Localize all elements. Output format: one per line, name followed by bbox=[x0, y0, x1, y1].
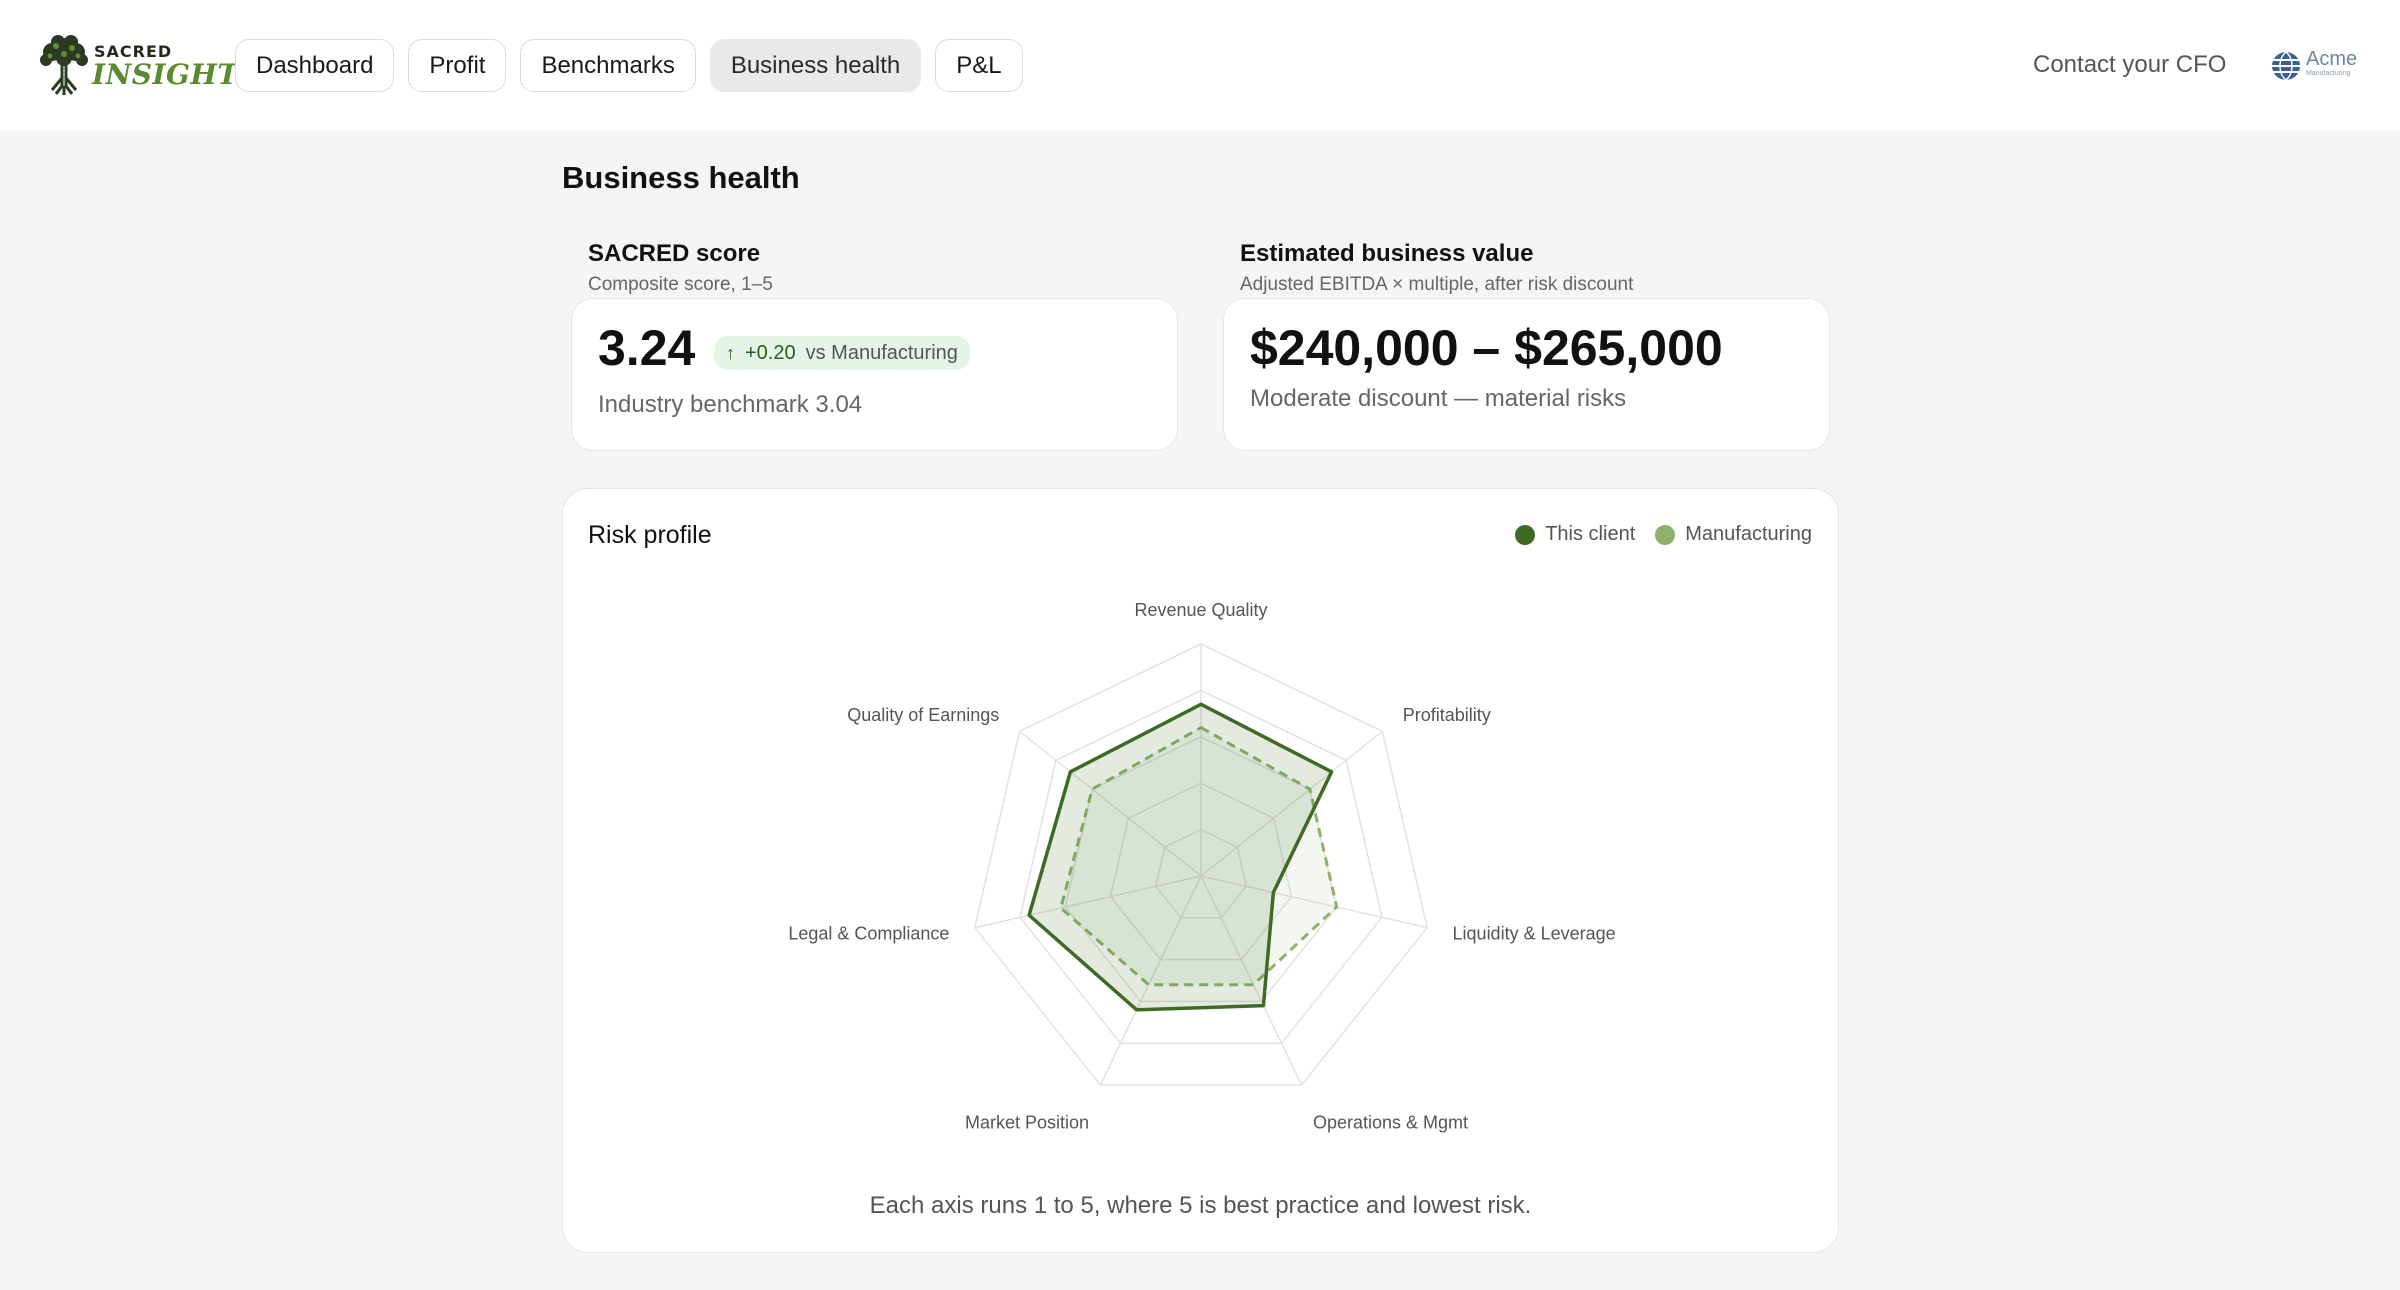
main-nav: Dashboard Profit Benchmarks Business hea… bbox=[235, 39, 1023, 92]
legend-dot bbox=[1655, 524, 1676, 545]
client-logo: Acme Manufacturing bbox=[2270, 46, 2360, 84]
business-value-sublabel: Adjusted EBITDA × multiple, after risk d… bbox=[1240, 274, 1634, 295]
client-logo-text: Acme bbox=[2306, 48, 2358, 70]
industry-benchmark: Industry benchmark 3.04 bbox=[598, 391, 863, 418]
chart-legend: This client Manufacturing bbox=[1515, 523, 1812, 546]
radar-series-this-client bbox=[1027, 702, 1334, 1012]
delta-comparison: vs Manufacturing bbox=[805, 341, 958, 364]
sacred-score-sublabel: Composite score, 1–5 bbox=[588, 274, 773, 295]
radar-axis-label: Market Position bbox=[965, 1112, 1089, 1132]
legend-label: Manufacturing bbox=[1685, 523, 1812, 545]
nav-dashboard[interactable]: Dashboard bbox=[235, 39, 395, 92]
nav-profit[interactable]: Profit bbox=[408, 39, 507, 92]
radar-axis-label: Revenue Quality bbox=[1134, 600, 1267, 620]
nav-business-health[interactable]: Business health bbox=[709, 39, 922, 92]
nav-benchmarks[interactable]: Benchmarks bbox=[520, 39, 696, 92]
nav-pnl[interactable]: P&L bbox=[935, 39, 1023, 92]
legend-label: This client bbox=[1545, 523, 1636, 545]
business-value-card: $240,000 – $265,000 Moderate discount — … bbox=[1223, 298, 1830, 451]
radar-axis-label: Operations & Mgmt bbox=[1313, 1112, 1468, 1132]
top-bar: SACRED INSIGHTS Dashboard Profit Benchma… bbox=[0, 0, 2400, 131]
contact-cfo-link[interactable]: Contact your CFO bbox=[2033, 51, 2226, 79]
globe-icon bbox=[2272, 51, 2300, 81]
delta-value: +0.20 bbox=[745, 341, 796, 364]
business-value-note: Moderate discount — material risks bbox=[1250, 385, 1627, 412]
risk-profile-card: Revenue Quality Profitability Liquidity & … bbox=[562, 488, 1839, 1253]
risk-profile-title: Risk profile bbox=[588, 521, 712, 549]
radar-axis-label: Profitability bbox=[1403, 705, 1491, 725]
legend-item-this-client: This client bbox=[1515, 523, 1635, 546]
brand-logo[interactable]: SACRED INSIGHTS bbox=[38, 34, 259, 96]
sacred-score-card: 3.24 ↑ +0.20 vs Manufacturing Industry b… bbox=[571, 298, 1178, 451]
radar-chart: Revenue Quality Profitability Liquidity & … bbox=[788, 600, 1616, 1132]
risk-profile-footnote: Each axis runs 1 to 5, where 5 is best p… bbox=[869, 1192, 1532, 1219]
legend-item-manufacturing: Manufacturing bbox=[1655, 523, 1812, 546]
radar-axis-label: Liquidity & Leverage bbox=[1453, 923, 1616, 943]
business-value-label: Estimated business value bbox=[1240, 240, 1534, 267]
delta-badge: ↑ +0.20 vs Manufacturing bbox=[714, 336, 970, 370]
arrow-up-icon: ↑ bbox=[726, 342, 735, 363]
business-value-range: $240,000 – $265,000 bbox=[1250, 320, 1723, 376]
sacred-score-label: SACRED score bbox=[588, 240, 761, 267]
legend-dot bbox=[1515, 524, 1536, 545]
sacred-score-value: 3.24 bbox=[598, 320, 696, 376]
radar-axis-label: Quality of Earnings bbox=[847, 705, 999, 725]
page-title: Business health bbox=[562, 160, 800, 195]
radar-axis-label: Legal & Compliance bbox=[788, 923, 949, 943]
client-logo-sub: Manufacturing bbox=[2306, 70, 2351, 77]
tree-icon bbox=[40, 35, 88, 95]
